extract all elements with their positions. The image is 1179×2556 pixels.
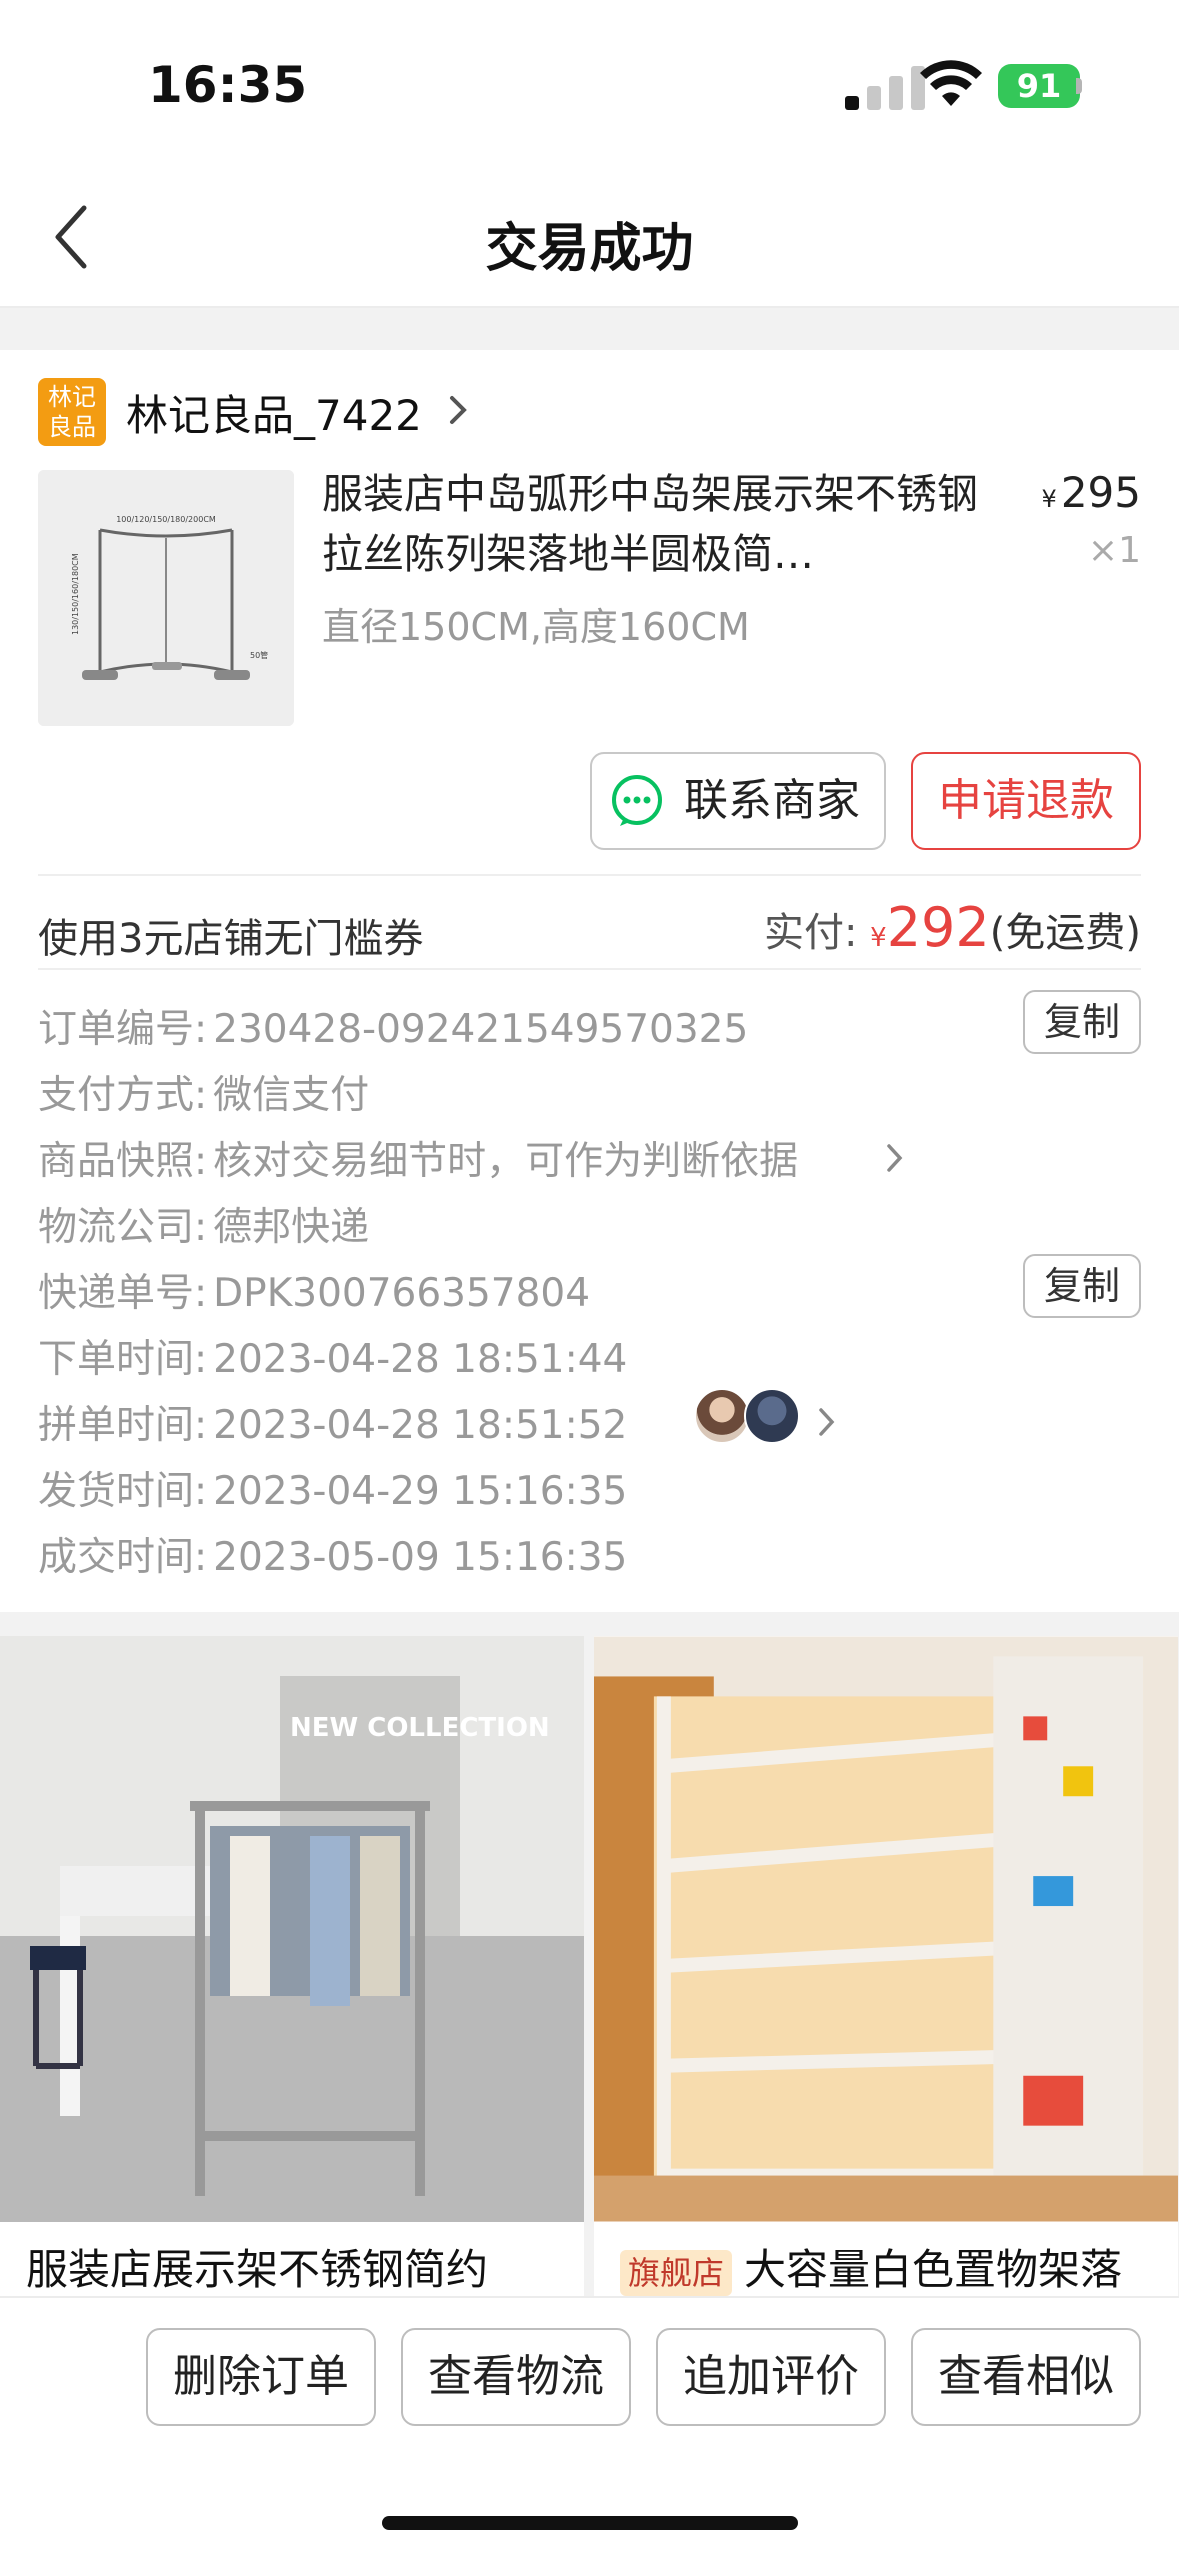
- info-label: 快递单号:: [38, 1271, 208, 1316]
- recommend-image-text: NEW COLLECTION: [290, 1713, 550, 1743]
- shop-logo-line2: 良品: [48, 413, 96, 441]
- info-value: 2023-04-28 18:51:52: [213, 1403, 628, 1448]
- group-member-avatar[interactable]: [744, 1388, 800, 1444]
- recommend-image: [594, 1636, 1178, 2222]
- diagram-side-label: 130/150/160/180CM: [71, 553, 80, 635]
- product-spec: 直径150CM,高度160CM: [322, 605, 750, 649]
- price-currency: ¥: [1041, 485, 1057, 513]
- info-row-order-number: 订单编号: 230428-092421549570325: [38, 998, 748, 1054]
- chevron-right-icon[interactable]: [446, 390, 472, 430]
- info-label: 物流公司:: [38, 1205, 208, 1250]
- recommend-title-text: 大容量白色置物架落: [744, 2245, 1123, 2294]
- request-refund-button[interactable]: 申请退款: [911, 752, 1141, 850]
- info-value: 微信支付: [213, 1073, 370, 1118]
- info-row-logistics-company: 物流公司: 德邦快递: [38, 1196, 369, 1252]
- group-member-avatar[interactable]: [694, 1388, 750, 1444]
- wechat-chat-icon: [612, 775, 662, 826]
- info-value: 2023-04-28 18:51:44: [213, 1337, 628, 1382]
- coupon-text: 使用3元店铺无门槛券: [38, 916, 424, 962]
- info-value: 2023-04-29 15:16:35: [213, 1469, 628, 1514]
- price-value: 295: [1060, 468, 1141, 517]
- battery-icon: 91: [998, 64, 1080, 108]
- wifi-icon: [920, 60, 982, 106]
- view-similar-button[interactable]: 查看相似: [911, 2328, 1141, 2426]
- recommend-item[interactable]: NEW COLLECTION 服装店展示架不锈钢简约: [0, 1636, 584, 2296]
- recommend-title: 服装店展示架不锈钢简约: [26, 2245, 489, 2294]
- divider: [38, 968, 1141, 970]
- info-label: 发货时间:: [38, 1469, 208, 1514]
- copy-order-number-button[interactable]: 复制: [1023, 990, 1141, 1054]
- info-value: 2023-05-09 15:16:35: [213, 1535, 628, 1580]
- recommend-title: 旗舰店 大容量白色置物架落: [620, 2236, 1122, 2296]
- shop-logo[interactable]: 林记 良品: [38, 378, 106, 446]
- product-quantity: ×1: [1087, 530, 1141, 571]
- info-value: 230428-092421549570325: [213, 1007, 749, 1052]
- info-row-snapshot[interactable]: 商品快照: 核对交易细节时，可作为判断依据: [38, 1130, 798, 1186]
- paid-amount: 实付: ¥292(免运费): [764, 896, 1141, 959]
- info-value: DPK300766357804: [213, 1271, 591, 1316]
- info-row-tracking-number: 快递单号: DPK300766357804: [38, 1262, 590, 1318]
- status-time: 16:35: [148, 56, 308, 114]
- paid-currency: ¥: [870, 923, 887, 953]
- info-row-deal-time: 成交时间: 2023-05-09 15:16:35: [38, 1526, 627, 1582]
- info-row-payment-method: 支付方式: 微信支付: [38, 1064, 369, 1120]
- divider: [38, 874, 1141, 876]
- info-label: 商品快照:: [38, 1139, 208, 1184]
- product-price: ¥295: [1042, 468, 1141, 517]
- paid-label: 实付:: [763, 910, 858, 956]
- info-label: 订单编号:: [38, 1007, 208, 1052]
- home-indicator[interactable]: [382, 2516, 798, 2530]
- add-review-button[interactable]: 追加评价: [656, 2328, 886, 2426]
- page-title: 交易成功: [485, 219, 694, 279]
- info-label: 支付方式:: [38, 1073, 208, 1118]
- shop-logo-line1: 林记: [48, 383, 96, 411]
- shipping-note: (免运费): [989, 910, 1141, 956]
- info-label: 成交时间:: [38, 1535, 208, 1580]
- info-label: 拼单时间:: [38, 1403, 208, 1448]
- copy-tracking-number-button[interactable]: 复制: [1023, 1254, 1141, 1318]
- paid-value: 292: [886, 896, 990, 959]
- delete-order-button[interactable]: 删除订单: [146, 2328, 376, 2426]
- battery-cap: [1076, 78, 1082, 94]
- shop-name[interactable]: 林记良品_7422: [126, 382, 422, 443]
- info-value: 德邦快递: [213, 1205, 370, 1250]
- info-row-order-time: 下单时间: 2023-04-28 18:51:44: [38, 1328, 627, 1384]
- info-row-group-time: 拼单时间: 2023-04-28 18:51:52: [38, 1394, 627, 1450]
- diagram-top-label: 100/120/150/180/200CM: [116, 515, 216, 524]
- product-title[interactable]: 服装店中岛弧形中岛架展示架不锈钢拉丝陈列架落地半圆极简…: [322, 464, 982, 584]
- recommend-item[interactable]: 旗舰店 大容量白色置物架落: [594, 1636, 1178, 2296]
- info-value: 核对交易细节时，可作为判断依据: [213, 1139, 799, 1184]
- chevron-right-icon[interactable]: [816, 1404, 838, 1440]
- chevron-right-icon[interactable]: [884, 1140, 906, 1176]
- recommend-image: NEW COLLECTION: [0, 1636, 584, 2222]
- diagram-foot-label: 50管: [250, 650, 268, 660]
- info-row-ship-time: 发货时间: 2023-04-29 15:16:35: [38, 1460, 627, 1516]
- flagship-store-badge: 旗舰店: [620, 2249, 733, 2296]
- view-logistics-button[interactable]: 查看物流: [401, 2328, 631, 2426]
- info-label: 下单时间:: [38, 1337, 208, 1382]
- product-image[interactable]: 100/120/150/180/200CM 130/150/160/180CM …: [38, 470, 294, 726]
- product-diagram: 100/120/150/180/200CM 130/150/160/180CM …: [38, 470, 294, 726]
